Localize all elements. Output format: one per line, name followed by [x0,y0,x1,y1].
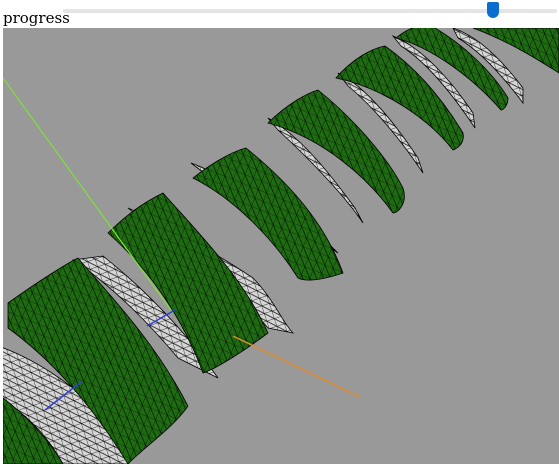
slider-thumb[interactable] [486,2,499,18]
orange-axis [232,335,361,398]
helix-scene [3,28,559,464]
progress-label: progress [3,9,70,27]
ribbon-outer-faces [3,28,559,464]
progress-slider[interactable] [63,2,557,22]
slider-track[interactable] [63,9,557,13]
3d-viewport[interactable] [3,28,559,464]
ribbon-inner-faces [3,28,524,464]
controls-bar: progress [0,0,559,28]
